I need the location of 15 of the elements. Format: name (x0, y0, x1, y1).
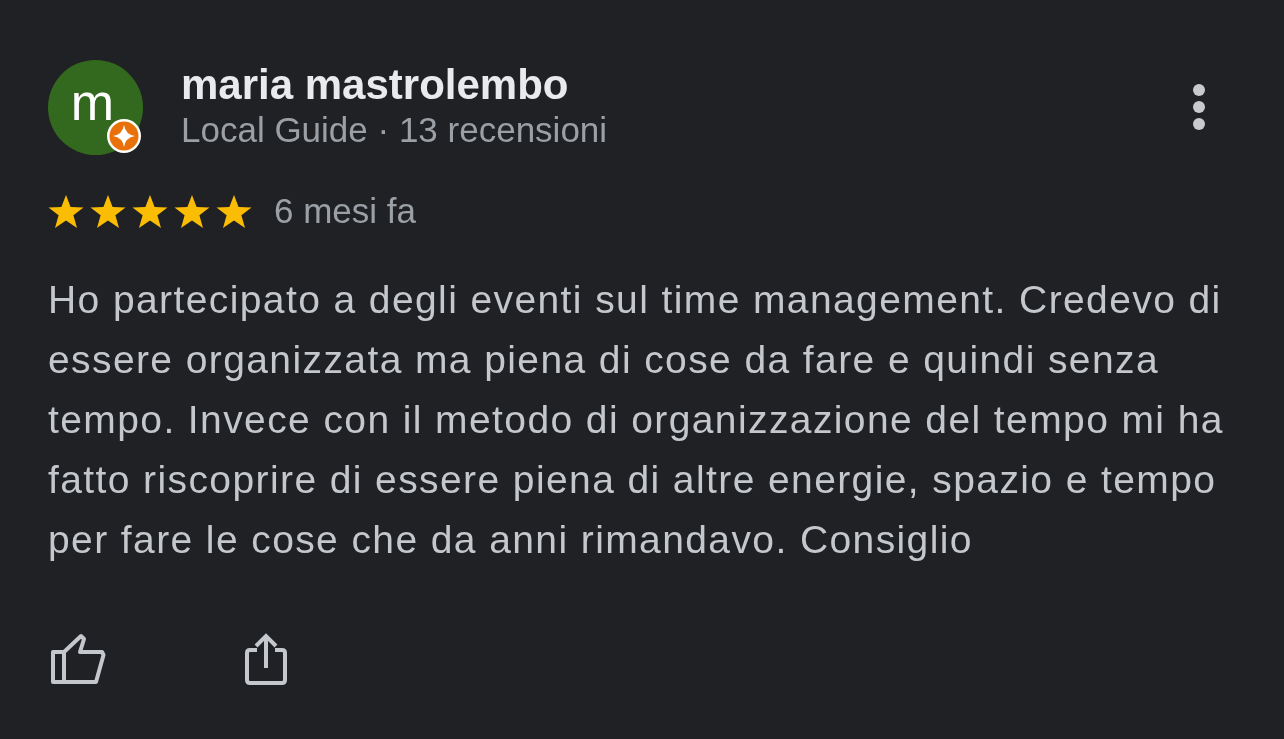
star-icon (174, 193, 210, 229)
avatar: m (48, 60, 143, 155)
star-icon (216, 193, 252, 229)
thumbs-up-icon (50, 633, 106, 685)
vertical-dots-icon (1192, 83, 1206, 131)
share-icon (244, 632, 288, 686)
star-icon (132, 193, 168, 229)
star-icon (48, 193, 84, 229)
star-icon (90, 193, 126, 229)
author-name: maria mastrolembo (181, 61, 569, 108)
author-details: Local Guide · 13 recensioni (181, 109, 608, 151)
review-text: Ho partecipato a degli eventi sul time management. Credevo di essere organizzata ma piena di cose da fare e quindi senza tempo. Invece con il metodo di organizzazione del tempo mi ha fatto riscoprire di essere piena di altre energie, spazio e tempo per fare le cose che da anni rimandavo. Consiglio (48, 277, 1225, 563)
review-time: 6 mesi fa (274, 191, 416, 231)
like-button[interactable] (50, 633, 106, 685)
share-button[interactable] (244, 632, 288, 686)
